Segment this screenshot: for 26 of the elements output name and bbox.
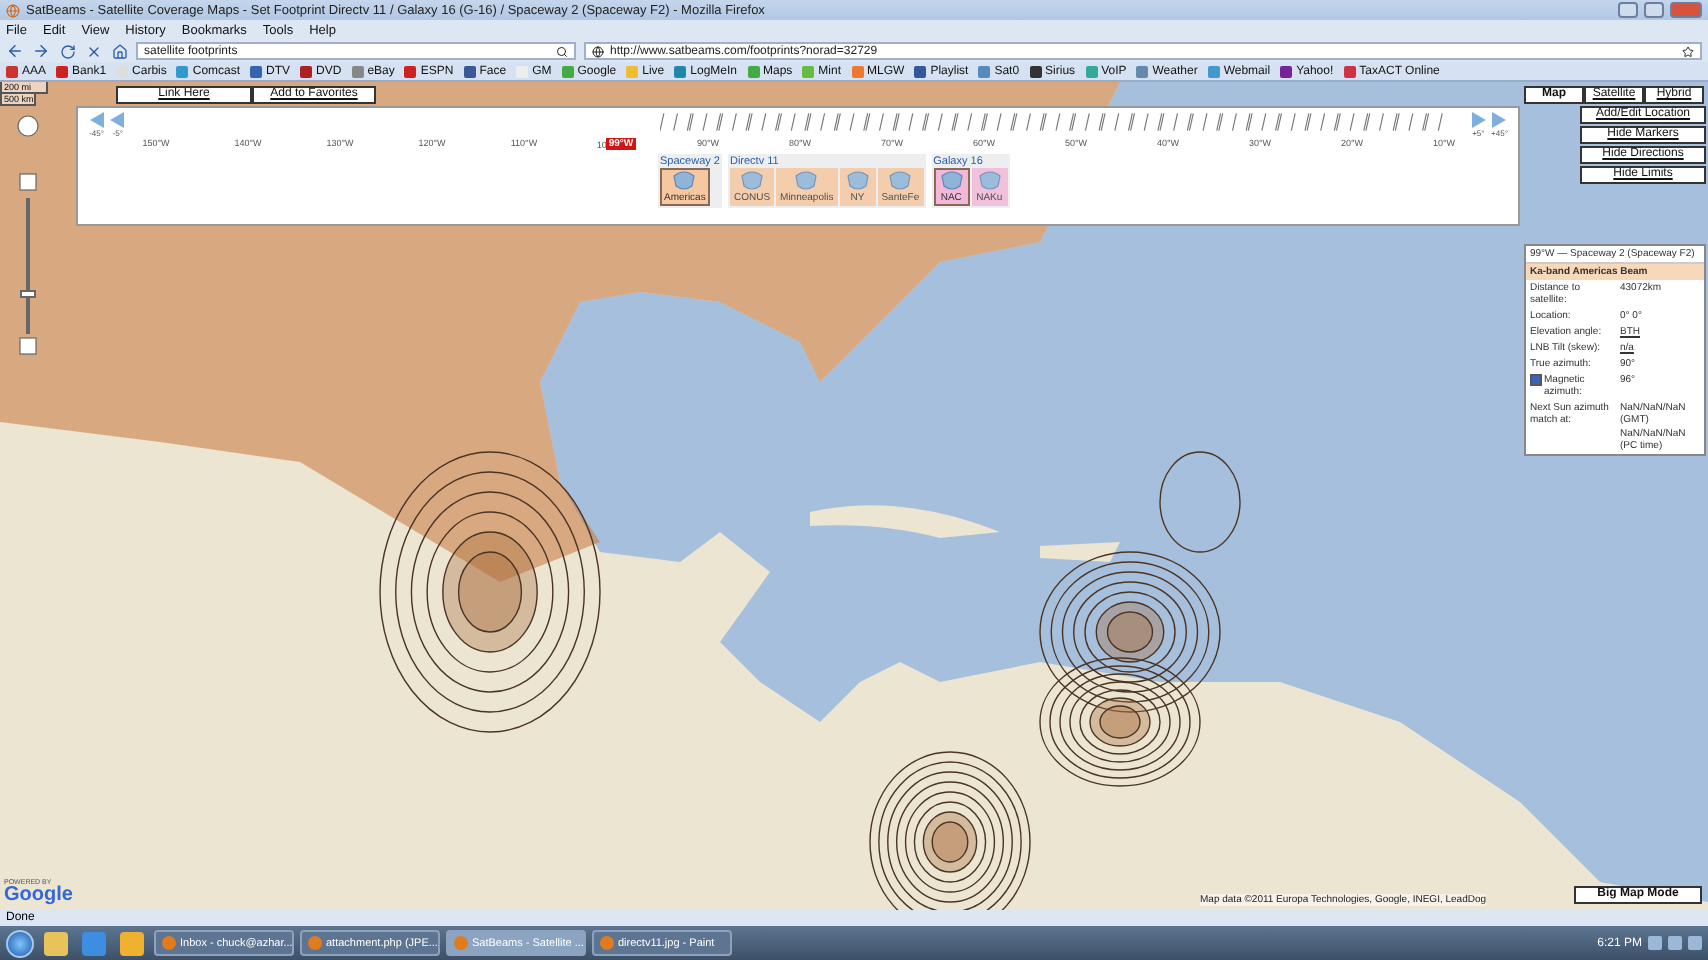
island-shape [1040,542,1120,562]
satellite-icon [843,170,872,192]
search-icon[interactable] [556,45,568,57]
satellite-icon [738,170,766,192]
footprint-contour [1159,451,1241,553]
satellite-icon [975,170,1004,192]
satellite-icon [886,170,915,192]
app-icon[interactable] [120,931,144,955]
reload-icon[interactable] [58,42,76,60]
logo[interactable]: Google [4,886,73,906]
minimize-button[interactable] [1618,2,1638,18]
forward-icon[interactable] [32,42,50,60]
close-button[interactable] [1670,2,1702,18]
checkbox[interactable] [1530,374,1542,386]
maximize-button[interactable] [1644,2,1664,18]
bookmark-star-icon[interactable] [1682,45,1694,57]
zoom-control[interactable] [16,114,40,358]
back-icon[interactable] [6,42,24,60]
site-icon [592,45,604,57]
start-button[interactable] [6,929,34,957]
stop-icon[interactable] [84,42,102,60]
satellite-icon [670,170,699,192]
zoom-slider-thumb[interactable] [20,289,36,298]
satellite-icon [792,170,821,192]
home-icon[interactable] [110,42,128,60]
satellite-icon [937,170,966,192]
